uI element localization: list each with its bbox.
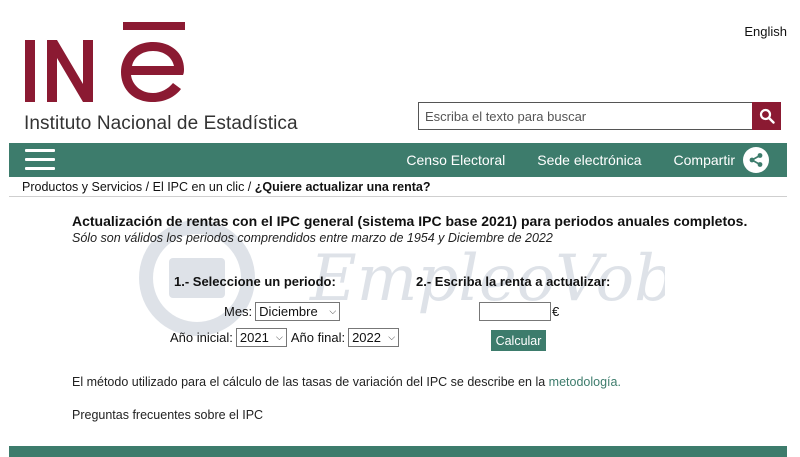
faq-link[interactable]: Preguntas frecuentes sobre el IPC bbox=[72, 408, 263, 422]
start-year-label: Año inicial: bbox=[170, 330, 233, 345]
page-subtitle: Sólo son válidos los periodos comprendid… bbox=[72, 231, 553, 245]
search-bar bbox=[418, 102, 781, 130]
breadcrumb: Productos y Servicios / El IPC en un cli… bbox=[22, 180, 431, 194]
methodology-text: El método utilizado para el cálculo de l… bbox=[72, 375, 621, 389]
breadcrumb-divider bbox=[9, 196, 787, 197]
breadcrumb-separator: / bbox=[142, 180, 153, 194]
share-icon bbox=[749, 153, 763, 167]
nav-link-compartir[interactable]: Compartir bbox=[674, 152, 735, 168]
currency-symbol: € bbox=[552, 304, 560, 319]
search-button[interactable] bbox=[752, 102, 781, 130]
footer-bar bbox=[9, 446, 787, 457]
month-select[interactable]: Diciembre ⌵ bbox=[255, 302, 341, 321]
start-year-select[interactable]: 2021 ⌵ bbox=[235, 328, 287, 347]
page-title: Actualización de rentas con el IPC gener… bbox=[72, 213, 748, 229]
chevron-down-icon: ⌵ bbox=[276, 332, 283, 342]
month-select-value: Diciembre bbox=[259, 304, 318, 319]
search-input[interactable] bbox=[418, 102, 752, 130]
methodology-link[interactable]: metodología. bbox=[549, 375, 621, 389]
rent-amount-input[interactable] bbox=[479, 302, 551, 321]
breadcrumb-ipc-en-un-clic[interactable]: El IPC en un clic bbox=[153, 180, 245, 194]
chevron-down-icon: ⌵ bbox=[329, 306, 337, 316]
nav-link-sede-electronica[interactable]: Sede electrónica bbox=[537, 152, 641, 168]
institute-name: Instituto Nacional de Estadística bbox=[24, 113, 298, 134]
main-navbar: Censo Electoral Sede electrónica Compart… bbox=[9, 143, 787, 177]
step2-label: 2.- Escriba la renta a actualizar: bbox=[416, 274, 611, 289]
step1-label: 1.- Seleccione un periodo: bbox=[174, 274, 336, 289]
end-year-select[interactable]: 2022 ⌵ bbox=[348, 328, 400, 347]
calculate-button[interactable]: Calcular bbox=[491, 330, 546, 351]
nav-link-censo-electoral[interactable]: Censo Electoral bbox=[406, 152, 505, 168]
share-button[interactable] bbox=[743, 147, 769, 173]
breadcrumb-separator: / bbox=[244, 180, 255, 194]
breadcrumb-productos-servicios[interactable]: Productos y Servicios bbox=[22, 180, 142, 194]
start-year-select-value: 2021 bbox=[239, 330, 269, 345]
hamburger-menu-icon[interactable] bbox=[25, 149, 55, 171]
year-row: Año inicial: 2021 ⌵ Año final: 2022 ⌵ bbox=[170, 328, 400, 347]
methodology-sentence: El método utilizado para el cálculo de l… bbox=[72, 375, 546, 389]
search-icon bbox=[759, 108, 775, 124]
language-link-english[interactable]: English bbox=[744, 24, 787, 39]
ine-logo[interactable] bbox=[25, 22, 185, 102]
end-year-select-value: 2022 bbox=[352, 330, 381, 345]
chevron-down-icon: ⌵ bbox=[388, 332, 396, 342]
end-year-label: Año final: bbox=[290, 330, 346, 345]
month-row: Mes: Diciembre ⌵ bbox=[224, 302, 341, 321]
breadcrumb-current: ¿Quiere actualizar una renta? bbox=[254, 180, 431, 194]
month-label: Mes: bbox=[224, 304, 253, 319]
